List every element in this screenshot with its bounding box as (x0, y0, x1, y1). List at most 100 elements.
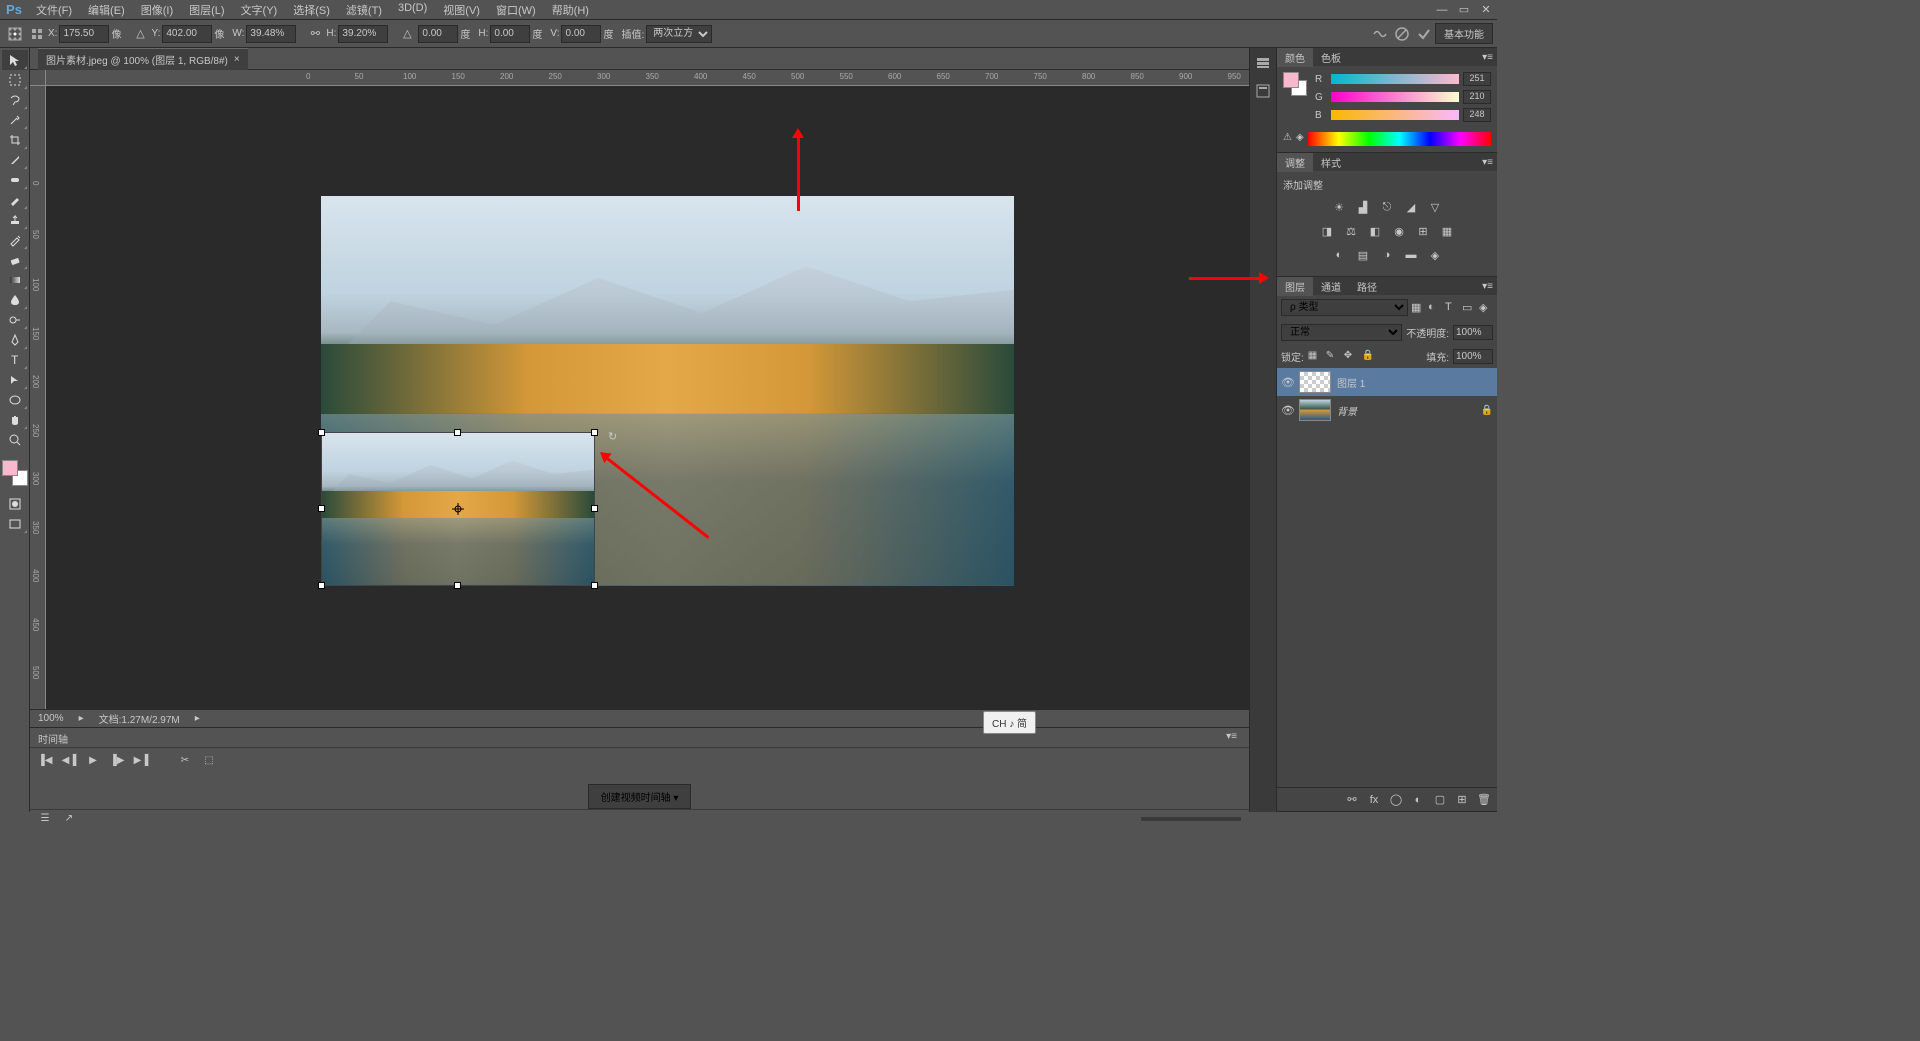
close-button[interactable]: ✕ (1475, 2, 1497, 18)
eraser-tool[interactable] (2, 250, 28, 270)
minimize-button[interactable]: — (1431, 2, 1453, 18)
color-tab[interactable]: 颜色 (1277, 48, 1313, 67)
type-tool[interactable]: T (2, 350, 28, 370)
properties-panel-icon[interactable] (1250, 78, 1276, 104)
cancel-transform-icon[interactable] (1394, 26, 1410, 42)
g-slider[interactable] (1331, 92, 1459, 102)
pen-tool[interactable] (2, 330, 28, 350)
horizontal-ruler[interactable]: 0501001502002503003504004505005506006507… (46, 70, 1249, 86)
menu-file[interactable]: 文件(F) (28, 0, 80, 21)
transition-icon[interactable]: ⬚ (202, 753, 216, 767)
paths-tab[interactable]: 路径 (1349, 277, 1385, 296)
timeline-zoom-slider[interactable] (1141, 817, 1241, 821)
menu-type[interactable]: 文字(Y) (233, 0, 286, 21)
hue-icon[interactable]: ◨ (1318, 222, 1336, 240)
document-tab[interactable]: 图片素材.jpeg @ 100% (图层 1, RGB/8#) × (38, 48, 248, 70)
brush-tool[interactable] (2, 190, 28, 210)
magic-wand-tool[interactable] (2, 110, 28, 130)
y-input[interactable] (162, 25, 212, 43)
goto-first-icon[interactable]: ▐◀ (38, 753, 52, 767)
channel-mixer-icon[interactable]: ⊞ (1414, 222, 1432, 240)
menu-view[interactable]: 视图(V) (435, 0, 488, 21)
path-selection-tool[interactable] (2, 370, 28, 390)
doc-info[interactable]: 文档:1.27M/2.97M (99, 711, 180, 726)
prev-frame-icon[interactable]: ◀▐ (62, 753, 76, 767)
maximize-button[interactable]: ▭ (1453, 2, 1475, 18)
transform-handle-bm[interactable] (454, 582, 461, 589)
relative-position-icon[interactable] (29, 26, 45, 42)
timeline-tab[interactable]: 时间轴 (38, 731, 68, 744)
scissors-icon[interactable]: ✂ (178, 753, 192, 767)
menu-3d[interactable]: 3D(D) (390, 0, 435, 21)
transform-handle-ml[interactable] (318, 505, 325, 512)
transform-handle-tr[interactable] (591, 429, 598, 436)
menu-select[interactable]: 选择(S) (285, 0, 338, 21)
delta-icon[interactable]: △ (132, 26, 148, 42)
levels-icon[interactable]: ▟ (1354, 198, 1372, 216)
layer-thumbnail[interactable] (1299, 371, 1331, 393)
layer-filter-select[interactable]: ρ 类型 (1281, 299, 1408, 316)
brightness-icon[interactable]: ☀ (1330, 198, 1348, 216)
color-preview[interactable] (1283, 72, 1307, 96)
blend-mode-select[interactable]: 正常 (1281, 324, 1402, 341)
x-input[interactable] (59, 25, 109, 43)
exposure-icon[interactable]: ◢ (1402, 198, 1420, 216)
quick-mask-tool[interactable] (2, 494, 28, 514)
lasso-tool[interactable] (2, 90, 28, 110)
layer-name[interactable]: 图层 1 (1337, 375, 1493, 390)
clone-stamp-tool[interactable] (2, 210, 28, 230)
menu-image[interactable]: 图像(I) (133, 0, 181, 21)
lock-position-icon[interactable]: ✥ (1344, 350, 1358, 364)
healing-brush-tool[interactable] (2, 170, 28, 190)
delete-layer-icon[interactable]: 🗑 (1477, 793, 1491, 807)
layers-tab[interactable]: 图层 (1277, 277, 1313, 296)
gradient-tool[interactable] (2, 270, 28, 290)
dodge-tool[interactable] (2, 310, 28, 330)
transform-reference-point-icon[interactable] (7, 26, 23, 42)
h-skew-input[interactable] (490, 25, 530, 43)
screen-mode-tool[interactable] (2, 514, 28, 534)
w-input[interactable] (246, 25, 296, 43)
interpolation-select[interactable]: 两次立方 (646, 25, 712, 43)
panel-menu-icon[interactable]: ▾≡ (1478, 157, 1497, 168)
photo-filter-icon[interactable]: ◉ (1390, 222, 1408, 240)
canvas-viewport[interactable]: ↻ (46, 86, 1249, 709)
panel-menu-icon[interactable]: ▾≡ (1478, 281, 1497, 292)
marquee-tool[interactable] (2, 70, 28, 90)
goto-last-icon[interactable]: ▶▐ (134, 753, 148, 767)
g-value[interactable]: 210 (1463, 90, 1491, 104)
new-layer-icon[interactable]: ⊞ (1455, 793, 1469, 807)
fill-input[interactable]: 100% (1453, 349, 1493, 364)
vertical-ruler[interactable]: 050100150200250300350400450500550600 (30, 86, 46, 709)
color-balance-icon[interactable]: ⚖ (1342, 222, 1360, 240)
shape-tool[interactable] (2, 390, 28, 410)
zoom-level[interactable]: 100% (38, 713, 64, 724)
link-icon[interactable]: ⚯ (307, 26, 323, 42)
r-slider[interactable] (1331, 74, 1459, 84)
layer-row[interactable]: 👁 背景 🔒 (1277, 396, 1497, 424)
layer-thumbnail[interactable] (1299, 399, 1331, 421)
filter-smart-icon[interactable]: ◈ (1479, 301, 1493, 315)
transform-center-icon[interactable] (452, 503, 464, 515)
h-input[interactable] (338, 25, 388, 43)
posterize-icon[interactable]: ▤ (1354, 246, 1372, 264)
timeline-options-icon[interactable]: ☰ (38, 812, 52, 826)
move-tool[interactable] (2, 50, 28, 70)
zoom-tool[interactable] (2, 430, 28, 450)
transform-handle-br[interactable] (591, 582, 598, 589)
layer-row[interactable]: 👁 图层 1 (1277, 368, 1497, 396)
tab-close-icon[interactable]: × (234, 54, 240, 65)
transform-handle-tm[interactable] (454, 429, 461, 436)
play-icon[interactable]: ▶ (86, 753, 100, 767)
hand-tool[interactable] (2, 410, 28, 430)
link-layers-icon[interactable]: ⚯ (1345, 793, 1359, 807)
new-fill-icon[interactable]: ◐ (1411, 793, 1425, 807)
layer-name[interactable]: 背景 (1337, 403, 1481, 418)
b-slider[interactable] (1331, 110, 1459, 120)
lock-all-icon[interactable]: 🔒 (1362, 350, 1376, 364)
selective-color-icon[interactable]: ◈ (1426, 246, 1444, 264)
panel-menu-icon[interactable]: ▾≡ (1478, 52, 1497, 63)
visibility-icon[interactable]: 👁 (1281, 403, 1295, 417)
menu-window[interactable]: 窗口(W) (488, 0, 544, 21)
color-ramp[interactable] (1308, 132, 1491, 146)
